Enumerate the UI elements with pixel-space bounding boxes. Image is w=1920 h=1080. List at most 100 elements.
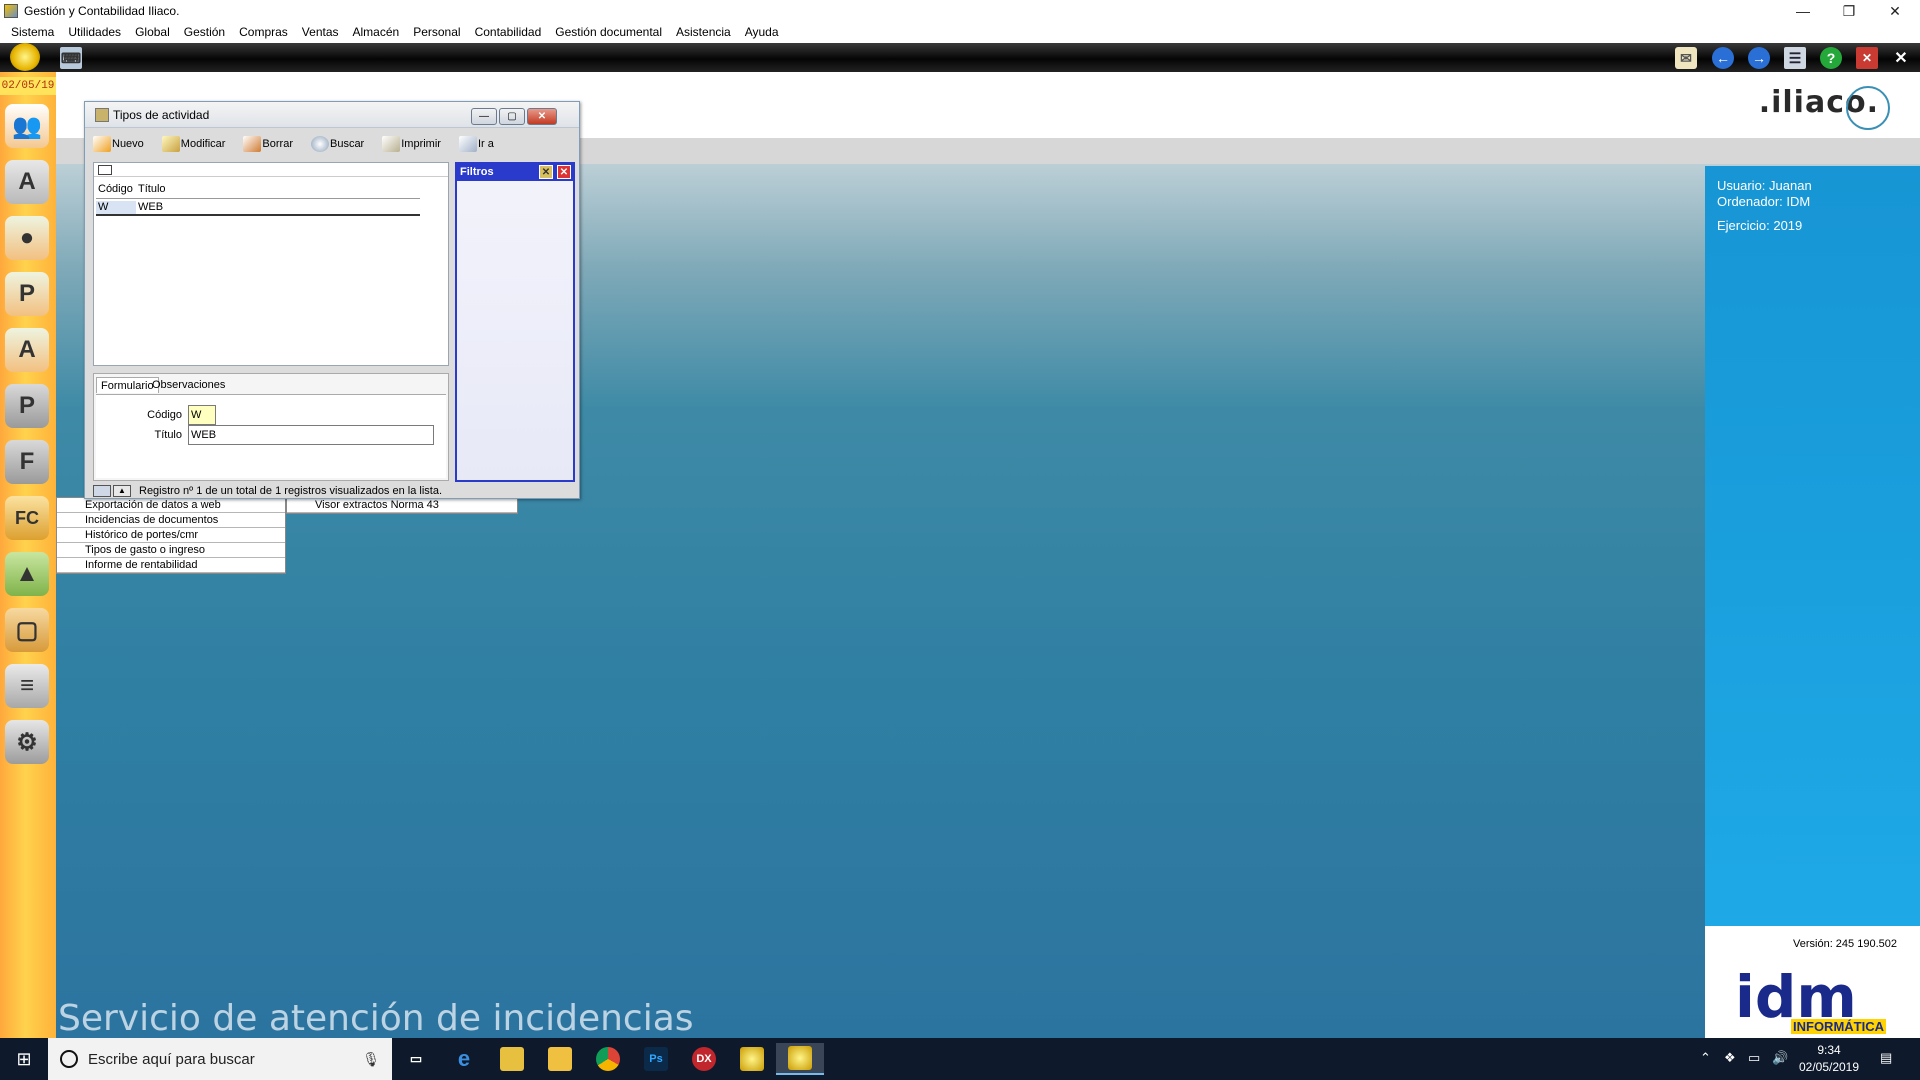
status-view-icon[interactable] [93, 485, 111, 497]
user-label: Usuario: Juanan [1717, 178, 1812, 193]
dialog-maximize-button[interactable]: ▢ [499, 108, 525, 125]
nuevo-button[interactable]: Nuevo [93, 136, 144, 152]
menu-gestion[interactable]: Gestión [177, 25, 232, 39]
help-icon[interactable]: ? [1820, 47, 1842, 69]
address-book-icon[interactable]: A [5, 160, 49, 204]
bag-icon[interactable]: ▲ [5, 552, 49, 596]
users-icon[interactable]: 👥 [5, 104, 49, 148]
menu-gestion-documental[interactable]: Gestión documental [548, 25, 669, 39]
back-arrow-icon[interactable]: ← [1712, 47, 1734, 69]
user-a-icon[interactable]: A [5, 328, 49, 372]
titulo-field[interactable]: WEB [188, 425, 434, 445]
service-banner[interactable]: Servicio de atención de incidencias [58, 998, 694, 1038]
ir-a-button[interactable]: Ir a [458, 136, 494, 152]
col-titulo[interactable]: Título [136, 183, 166, 198]
dx-icon[interactable]: DX [680, 1043, 728, 1075]
p-icon[interactable]: P [5, 384, 49, 428]
info-panel: Usuario: Juanan Ordenador: IDM Ejercicio… [1705, 166, 1920, 1038]
iliaco-icon[interactable] [728, 1043, 776, 1075]
file-explorer-icon[interactable] [536, 1043, 584, 1075]
menu-contabilidad[interactable]: Contabilidad [468, 25, 549, 39]
minimize-button[interactable]: — [1780, 0, 1826, 22]
menu-item-exportacion[interactable]: Exportación de datos a web [57, 498, 285, 513]
calculator-icon[interactable]: ⌨ [60, 47, 82, 69]
restore-button[interactable]: ❐ [1826, 0, 1872, 22]
menu-item-tipos-gasto[interactable]: Tipos de gasto o ingreso [57, 543, 285, 558]
delete-icon [243, 136, 262, 152]
dialog-toolbar: Nuevo Modificar Borrar Buscar Imprimir I… [93, 132, 573, 156]
menu-sistema[interactable]: Sistema [4, 25, 61, 39]
cell-titulo: WEB [138, 201, 164, 213]
mail-icon[interactable]: ✉ [1675, 47, 1697, 69]
buscar-label: Buscar [329, 138, 365, 150]
iliaco-logo-ring [1846, 86, 1890, 130]
search-icon [310, 136, 329, 152]
grid-view-icon[interactable] [98, 164, 112, 175]
chrome-icon[interactable] [584, 1043, 632, 1075]
mail-app-icon[interactable] [488, 1043, 536, 1075]
filters-panel: Filtros ✕ ✕ [455, 162, 575, 482]
menu-item-rentabilidad[interactable]: Informe de rentabilidad [57, 558, 285, 573]
box-icon[interactable]: ▢ [5, 608, 49, 652]
iliaco-active-icon[interactable] [776, 1043, 824, 1075]
col-codigo[interactable]: Código [96, 183, 136, 198]
grid-toolbar [94, 163, 448, 177]
menu-asistencia[interactable]: Asistencia [669, 25, 738, 39]
f-icon[interactable]: F [5, 440, 49, 484]
network-icon[interactable]: ▭ [1748, 1050, 1760, 1066]
tray-chevron-icon[interactable]: ⌃ [1700, 1050, 1711, 1066]
microphone-icon[interactable]: 🎙 [362, 1051, 380, 1068]
iliaco-home-icon[interactable] [10, 43, 40, 71]
menu-compras[interactable]: Compras [232, 25, 295, 39]
photoshop-icon[interactable]: Ps [632, 1043, 680, 1075]
menu-utilidades[interactable]: Utilidades [61, 25, 128, 39]
task-view-icon[interactable]: ▭ [392, 1043, 440, 1075]
menu-item-incidencias[interactable]: Incidencias de documentos [57, 513, 285, 528]
edge-icon[interactable]: e [440, 1043, 488, 1075]
imprimir-label: Imprimir [401, 138, 441, 150]
buscar-button[interactable]: Buscar [310, 136, 365, 152]
list-icon[interactable]: ≡ [5, 664, 49, 708]
menu-ventas[interactable]: Ventas [295, 25, 346, 39]
status-text: Registro nº 1 de un total de 1 registros… [139, 485, 443, 497]
codigo-field[interactable]: W [188, 405, 216, 425]
window-titlebar: Gestión y Contabilidad Iliaco. — ❐ ✕ [0, 0, 1920, 22]
nuevo-label: Nuevo [112, 138, 144, 150]
dialog-close-button[interactable]: ✕ [527, 108, 557, 125]
edit-icon [161, 136, 180, 152]
exit-icon[interactable]: ✕ [1890, 47, 1912, 69]
forward-arrow-icon[interactable]: → [1748, 47, 1770, 69]
dropbox-icon[interactable]: ❖ [1724, 1050, 1736, 1066]
status-up-icon[interactable]: ▲ [113, 485, 131, 497]
close-all-icon[interactable]: ✕ [1856, 47, 1878, 69]
menu-almacen[interactable]: Almacén [346, 25, 407, 39]
menu-ayuda[interactable]: Ayuda [738, 25, 786, 39]
menu-item-visor-norma43[interactable]: Visor extractos Norma 43 [287, 498, 517, 513]
menu-item-historico[interactable]: Histórico de portes/cmr [57, 528, 285, 543]
modificar-button[interactable]: Modificar [161, 136, 225, 152]
table-row[interactable]: W WEB [96, 201, 420, 216]
notifications-icon[interactable]: ▤ [1880, 1050, 1892, 1066]
close-button[interactable]: ✕ [1872, 0, 1918, 22]
taskbar-search[interactable]: Escribe aquí para buscar 🎙 [48, 1038, 392, 1080]
filters-close-icon[interactable]: ✕ [557, 165, 571, 179]
windows-start-icon[interactable]: ⊞ [0, 1038, 48, 1080]
user-icon[interactable]: ● [5, 216, 49, 260]
form-area: Formulario Observaciones Código W Título… [93, 373, 449, 481]
volume-icon[interactable]: 🔊 [1772, 1050, 1788, 1066]
fc-icon[interactable]: FC [5, 496, 49, 540]
menu-global[interactable]: Global [128, 25, 177, 39]
grid-header: Código Título [96, 183, 420, 199]
imprimir-button[interactable]: Imprimir [382, 136, 441, 152]
idm-logo: idm [1735, 963, 1857, 1031]
menu-personal[interactable]: Personal [406, 25, 467, 39]
user-p-icon[interactable]: P [5, 272, 49, 316]
tools-icon[interactable]: ⚙ [5, 720, 49, 764]
tab-observaciones[interactable]: Observaciones [148, 377, 229, 393]
computer-label: Ordenador: IDM [1717, 194, 1811, 209]
dialog-minimize-button[interactable]: — [471, 108, 497, 125]
taskbar-clock[interactable]: 9:34 02/05/2019 [1792, 1042, 1866, 1076]
windows-icon[interactable]: ☰ [1784, 47, 1806, 69]
filters-pin-icon[interactable]: ✕ [539, 165, 553, 179]
borrar-button[interactable]: Borrar [243, 136, 293, 152]
